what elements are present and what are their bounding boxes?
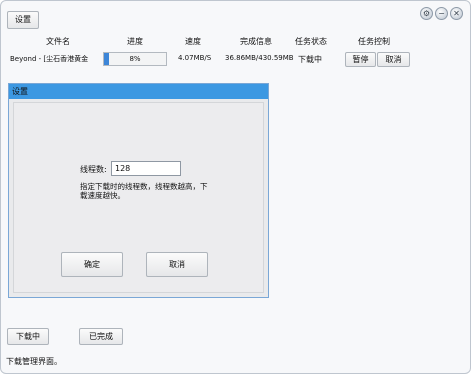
column-header-speed: 速度 bbox=[185, 37, 201, 46]
row-progress-text: 8% bbox=[129, 55, 141, 63]
column-header-completed-info: 完成信息 bbox=[240, 37, 272, 46]
column-header-progress: 进度 bbox=[127, 37, 143, 46]
column-header-task-control: 任务控制 bbox=[358, 37, 390, 46]
tab-downloading[interactable]: 下载中 bbox=[7, 328, 49, 345]
tab-completed[interactable]: 已完成 bbox=[79, 328, 123, 345]
thread-count-input[interactable]: 128 bbox=[111, 161, 181, 176]
thread-count-hint: 指定下载时的线程数，线程数越高，下载速度越快。 bbox=[80, 182, 208, 200]
dialog-title: 设置 bbox=[9, 84, 268, 99]
minimize-icon[interactable]: − bbox=[435, 7, 448, 20]
thread-count-label: 线程数: bbox=[80, 165, 107, 174]
settings-gear-icon[interactable]: ⚙ bbox=[420, 7, 433, 20]
row-file-name: Beyond - [尘石香港黄金 bbox=[10, 55, 89, 63]
row-status: 下载中 bbox=[298, 55, 322, 64]
column-header-file-name: 文件名 bbox=[46, 37, 70, 46]
pause-button[interactable]: 暂停 bbox=[345, 52, 376, 67]
row-completed-info: 36.86MB/430.59MB bbox=[225, 54, 294, 62]
row-progress-bar: 8% bbox=[103, 52, 167, 66]
settings-button[interactable]: 设置 bbox=[7, 11, 39, 29]
cancel-task-button[interactable]: 取消 bbox=[377, 52, 410, 67]
ok-button[interactable]: 确定 bbox=[61, 252, 123, 277]
row-speed: 4.07MB/S bbox=[178, 54, 212, 62]
status-bar-text: 下载管理界面。 bbox=[6, 357, 62, 366]
close-icon[interactable]: ✕ bbox=[450, 7, 463, 20]
dialog-cancel-button[interactable]: 取消 bbox=[146, 252, 208, 277]
column-header-task-status: 任务状态 bbox=[295, 37, 327, 46]
download-manager-window: 设置 ⚙ − ✕ 文件名 进度 速度 完成信息 任务状态 任务控制 Beyond… bbox=[0, 0, 471, 374]
